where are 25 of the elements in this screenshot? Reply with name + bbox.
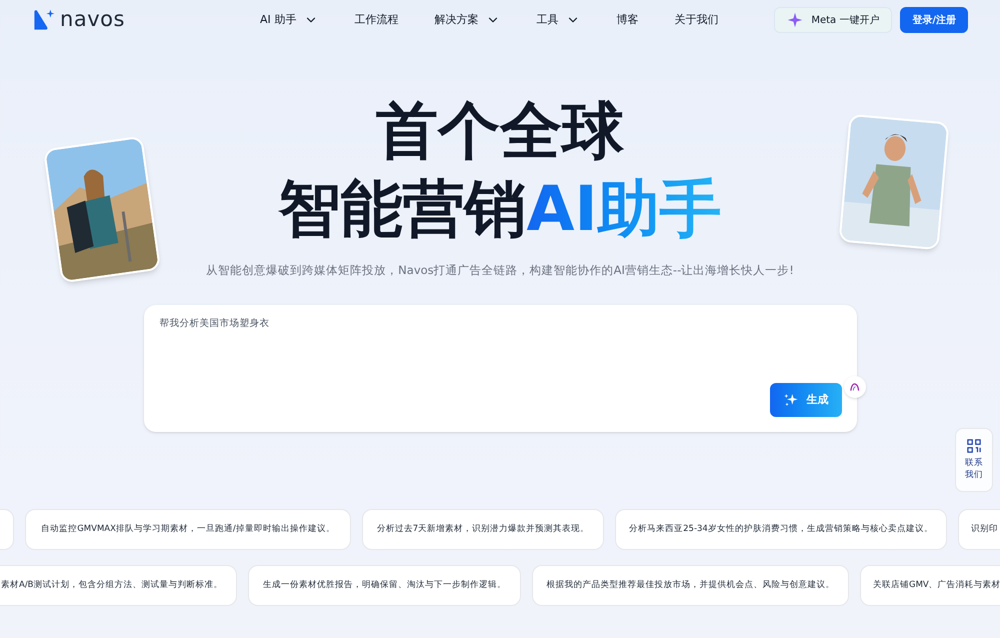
hero-title: 首个全球 bbox=[376, 93, 624, 169]
star-icon bbox=[787, 12, 804, 28]
contact-label: 联系我们 bbox=[964, 457, 984, 481]
nav-link[interactable]: 关于我们 bbox=[674, 12, 718, 28]
sparkle-icon bbox=[782, 392, 798, 408]
hero-description: 从智能创意爆破到跨媒体矩阵投放，Navos打通广告全链路，构建智能协作的AI营销生态--让出海增长快人一步! bbox=[206, 262, 794, 279]
hero-subtitle-title: 智能营销AI助手 bbox=[278, 171, 722, 247]
suggestion-chip[interactable]: 分析马来西亚25-34岁女性的护肤消费习惯，生成营销策略与核心卖点建议。 bbox=[615, 509, 947, 550]
qr-code-icon bbox=[967, 439, 981, 453]
nav-link[interactable]: 工作流程 bbox=[354, 12, 398, 28]
contact-widget[interactable]: 联系我们 bbox=[955, 428, 993, 492]
suggestion-chip[interactable]: 分析过去7天新增素材，识别潜力爆款并预测其表现。 bbox=[362, 509, 604, 550]
logo-icon bbox=[32, 8, 56, 32]
nav-link[interactable]: AI 助手 bbox=[260, 12, 318, 28]
nav-link[interactable]: 工具 bbox=[536, 12, 580, 28]
suggestion-chip[interactable]: 素材A/B测试计划，包含分组方法、测试量与判断标准。 bbox=[0, 565, 237, 606]
meta-account-button[interactable]: Meta 一键开户 bbox=[774, 7, 892, 33]
brand-name[interactable]: navos bbox=[60, 4, 126, 36]
suggestion-chip[interactable]: 自动监控GMVMAX排队与学习期素材，一旦跑通/掉量即时输出操作建议。 bbox=[25, 509, 351, 550]
nav-link[interactable]: 博客 bbox=[616, 12, 638, 28]
suggestion-chip[interactable]: 生成一份素材优胜报告，明确保留、淘汰与下一步制作逻辑。 bbox=[248, 565, 521, 606]
suggestion-chip[interactable]: 根据我的产品类型推荐最佳投放市场，并提供机会点、风险与创意建议。 bbox=[532, 565, 849, 606]
nav-link[interactable]: 解决方案 bbox=[434, 12, 500, 28]
login-button[interactable]: 登录/注册 bbox=[900, 7, 968, 33]
suggestion-chip[interactable]: 识别印 bbox=[958, 509, 1000, 550]
